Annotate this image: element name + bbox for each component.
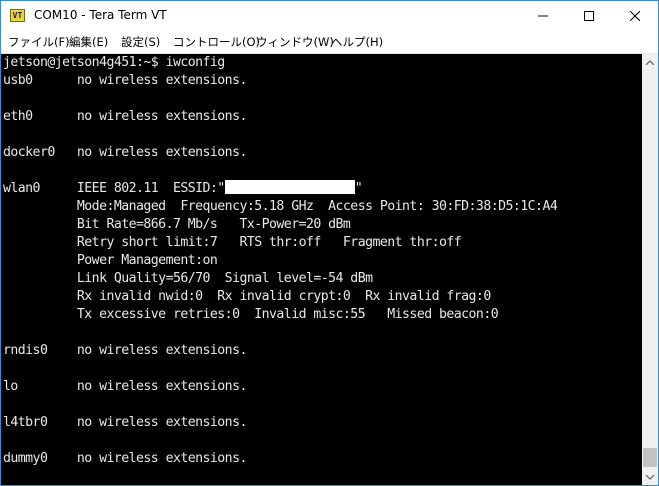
essid-quote-close: " — [354, 181, 363, 196]
chevron-down-icon — [646, 474, 654, 480]
terminal-line: Link Quality=56/70 Signal level=-54 dBm — [3, 271, 373, 286]
menu-bar: ファイル(F) 編集(E) 設定(S) コントロール(O) ウィンドウ(W) ヘ… — [1, 31, 658, 54]
close-button[interactable] — [612, 1, 658, 31]
window-title: COM10 - Tera Term VT — [34, 8, 167, 22]
maximize-icon — [584, 11, 594, 21]
close-icon — [630, 11, 640, 21]
terminal-screen[interactable]: jetson@jetson4g451:~$ iwconfig usb0 no w… — [1, 54, 642, 485]
terminal-line: eth0 no wireless extensions. — [3, 109, 247, 124]
terminal-line: dummy0 no wireless extensions. — [3, 451, 247, 466]
terminal-line: jetson@jetson4g451:~$ iwconfig — [3, 55, 225, 70]
minimize-icon — [538, 15, 548, 17]
menu-control[interactable]: コントロール(O) — [173, 34, 260, 50]
terminal-line: docker0 no wireless extensions. — [3, 145, 247, 160]
chevron-up-icon — [646, 59, 654, 65]
terminal-line: Tx excessive retries:0 Invalid misc:55 M… — [3, 307, 499, 322]
maximize-button[interactable] — [566, 1, 612, 31]
scroll-thumb[interactable] — [643, 448, 657, 467]
menu-help[interactable]: ヘルプ(H) — [331, 34, 383, 50]
terminal-line: Power Management:on — [3, 253, 218, 268]
essid-redaction — [224, 180, 355, 194]
menu-settings[interactable]: 設定(S) — [121, 34, 160, 50]
menu-window[interactable]: ウィンドウ(W) — [256, 34, 334, 50]
terminal-line: Bit Rate=866.7 Mb/s Tx-Power=20 dBm — [3, 217, 351, 232]
terminal-line: l4tbr0 no wireless extensions. — [3, 415, 247, 430]
tera-term-app-icon[interactable]: VT — [10, 9, 25, 22]
minimize-button[interactable] — [520, 1, 566, 31]
menu-edit[interactable]: 編集(E) — [69, 34, 108, 50]
terminal-line-wlan0: wlan0 IEEE 802.11 ESSID:" " — [3, 180, 363, 198]
terminal-line: Rx invalid nwid:0 Rx invalid crypt:0 Rx … — [3, 289, 491, 304]
terminal-line: Mode:Managed Frequency:5.18 GHz Access P… — [3, 199, 558, 214]
menu-file[interactable]: ファイル(F) — [8, 34, 70, 50]
vertical-scrollbar[interactable] — [642, 54, 658, 485]
terminal-line: lo no wireless extensions. — [3, 379, 247, 394]
terminal-line: usb0 no wireless extensions. — [3, 73, 247, 88]
title-bar[interactable]: VT COM10 - Tera Term VT — [1, 1, 658, 31]
scroll-down-button[interactable] — [642, 469, 658, 485]
scroll-up-button[interactable] — [642, 54, 658, 70]
tera-term-window: VT COM10 - Tera Term VT ファイル(F) 編集(E) 設定… — [0, 0, 659, 486]
terminal-line: rndis0 no wireless extensions. — [3, 343, 247, 358]
terminal-line: Retry short limit:7 RTS thr:off Fragment… — [3, 235, 462, 250]
wlan0-header: wlan0 IEEE 802.11 ESSID:" — [3, 181, 225, 196]
